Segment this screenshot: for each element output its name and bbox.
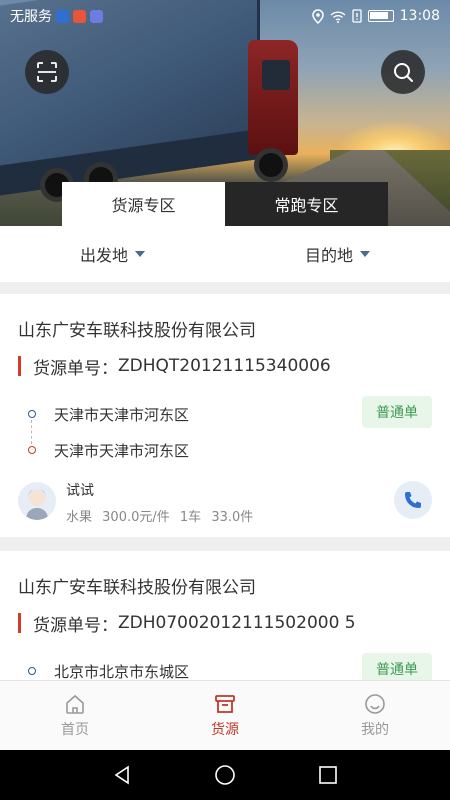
- nav-home-label: 首页: [61, 722, 89, 738]
- phone-icon: [405, 492, 421, 508]
- accent-bar: [18, 613, 21, 633]
- origin-address: 天津市天津市河东区: [54, 405, 190, 424]
- destination-address: 天津市天津市河东区: [54, 441, 190, 460]
- order-type-badge: 普通单: [362, 653, 432, 681]
- user-avatar-icon: [26, 489, 48, 520]
- cargo-card[interactable]: 山东广安车联科技股份有限公司 货源单号： ZDH0700201211150200…: [0, 551, 450, 681]
- recents-icon[interactable]: [317, 764, 339, 786]
- publisher-name: 试试: [66, 483, 94, 499]
- back-icon[interactable]: [111, 764, 133, 786]
- home-circle-icon[interactable]: [214, 764, 236, 786]
- search-button[interactable]: [381, 50, 425, 94]
- origin-address: 北京市北京市东城区: [54, 662, 190, 681]
- avatar: [18, 482, 56, 520]
- origin-dot-icon: [28, 667, 36, 675]
- hero-banner: 无服务 13:08 货源专区 常跑专区: [0, 0, 450, 226]
- destination-filter-label: 目的地: [304, 246, 353, 265]
- system-navigation-bar: [0, 750, 450, 800]
- origin-filter[interactable]: 出发地: [0, 226, 225, 282]
- cargo-box-icon: [215, 695, 235, 713]
- route: 北京市北京市东城区 普通单: [18, 653, 432, 681]
- order-number-row: 货源单号： ZDHQT20121115340006: [18, 354, 432, 379]
- cargo-weight: 33.0件: [211, 510, 254, 525]
- order-type-badge: 普通单: [362, 396, 432, 428]
- nav-cargo[interactable]: 货源: [150, 681, 300, 750]
- origin-dot-icon: [28, 410, 36, 418]
- caret-down-icon: [135, 251, 145, 257]
- truck-window: [262, 60, 290, 90]
- video-app-icon: [73, 9, 86, 23]
- order-number-row: 货源单号： ZDH07002012111502000 5: [18, 611, 432, 636]
- route: 天津市天津市河东区 天津市天津市河东区 普通单: [18, 396, 432, 468]
- scan-button[interactable]: [25, 50, 69, 94]
- bottom-navigation: 首页 货源 我的: [0, 680, 450, 750]
- battery-icon: [367, 10, 394, 22]
- scan-icon: [37, 62, 57, 82]
- shield-icon: [56, 9, 69, 23]
- search-icon: [394, 63, 413, 82]
- sim-alert-icon: [351, 9, 362, 23]
- cargo-card[interactable]: 山东广安车联科技股份有限公司 货源单号： ZDHQT20121115340006…: [0, 294, 450, 537]
- tab-cargo-zone[interactable]: 货源专区: [62, 182, 225, 226]
- cargo-price: 300.0元/件: [102, 510, 170, 525]
- company-name: 山东广安车联科技股份有限公司: [18, 578, 256, 598]
- clock-text: 13:08: [399, 8, 440, 24]
- music-app-icon: [90, 9, 103, 23]
- cargo-summary: 水果 300.0元/件 1车 33.0件: [66, 506, 253, 525]
- destination-dot-icon: [28, 446, 36, 454]
- destination-filter[interactable]: 目的地: [225, 226, 450, 282]
- order-label: 货源单号：: [33, 615, 118, 636]
- order-number: ZDH07002012111502000 5: [118, 613, 356, 633]
- nav-cargo-label: 货源: [211, 722, 239, 738]
- nav-profile[interactable]: 我的: [300, 681, 450, 750]
- status-bar: 无服务 13:08: [0, 0, 450, 32]
- nav-profile-label: 我的: [361, 722, 389, 738]
- order-number: ZDHQT20121115340006: [118, 356, 331, 376]
- caret-down-icon: [360, 251, 370, 257]
- filter-bar: 出发地 目的地: [0, 226, 450, 282]
- company-name: 山东广安车联科技股份有限公司: [18, 321, 256, 341]
- route-connector: [31, 420, 32, 444]
- route-destination: 天津市天津市河东区: [18, 432, 432, 468]
- order-label: 货源单号：: [33, 358, 118, 379]
- home-icon: [66, 694, 84, 714]
- tab-regular-route-zone[interactable]: 常跑专区: [225, 182, 388, 226]
- accent-bar: [18, 356, 21, 376]
- truck-cab: [248, 40, 298, 155]
- location-icon: [311, 8, 324, 24]
- wifi-icon: [330, 10, 346, 23]
- carrier-text: 无服务: [10, 9, 52, 25]
- nav-home[interactable]: 首页: [0, 681, 150, 750]
- call-button[interactable]: [394, 481, 432, 519]
- cargo-name: 水果: [66, 510, 93, 525]
- truck-wheel: [254, 148, 288, 182]
- publisher-info: 试试 水果 300.0元/件 1车 33.0件: [66, 480, 253, 525]
- cargo-trucks: 1车: [179, 510, 202, 525]
- profile-icon: [365, 694, 385, 714]
- publisher-row: 试试 水果 300.0元/件 1车 33.0件: [18, 480, 432, 525]
- origin-filter-label: 出发地: [79, 246, 128, 265]
